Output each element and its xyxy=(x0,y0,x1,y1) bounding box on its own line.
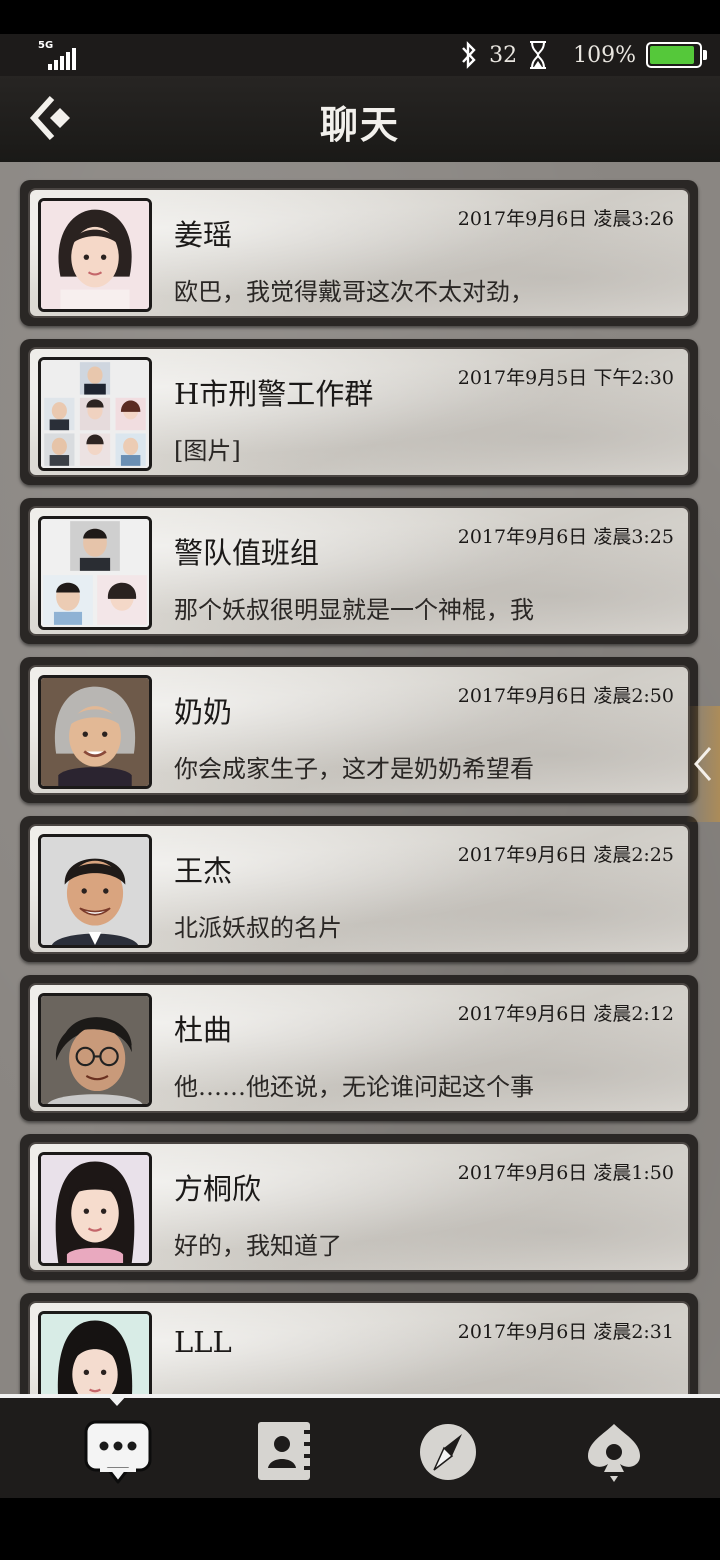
chat-time: 2017年9月6日 凌晨3:26 xyxy=(457,208,674,230)
chat-preview: 你会成家生子，这才是奶奶希望看 xyxy=(174,755,534,783)
chat-name: 姜瑶 xyxy=(174,218,233,252)
chat-name: 王杰 xyxy=(174,854,233,888)
battery-fill xyxy=(650,46,694,64)
chat-name: LLL xyxy=(174,1325,232,1359)
tab-chats[interactable] xyxy=(78,1394,158,1492)
chat-preview: 那个妖叔很明显就是一个神棍，我 xyxy=(174,596,534,624)
chat-item-h-city-police-group[interactable]: H市刑警工作群 2017年9月5日 下午2:30 [图片] xyxy=(20,339,698,485)
chat-list[interactable]: 姜瑶 2017年9月6日 凌晨3:26 欧巴，我觉得戴哥这次不太对劲， H市刑警… xyxy=(0,162,720,1394)
chat-name: 方桐欣 xyxy=(174,1172,262,1206)
compass-icon xyxy=(420,1424,476,1480)
tab-discover[interactable] xyxy=(408,1412,488,1492)
spade-pin-icon xyxy=(588,1424,640,1482)
chat-time: 2017年9月6日 凌晨2:12 xyxy=(457,1003,674,1025)
side-drawer-handle[interactable] xyxy=(686,706,720,822)
status-bar: 5G 32 109% xyxy=(0,34,720,76)
chat-preview: 北派妖叔的名片 xyxy=(174,914,342,942)
chat-item-duqu[interactable]: 杜曲 2017年9月6日 凌晨2:12 他……他还说，无论谁问起这个事 xyxy=(20,975,698,1121)
chat-time: 2017年9月6日 凌晨2:31 xyxy=(457,1321,674,1343)
avatar xyxy=(38,1311,152,1394)
chat-time: 2017年9月6日 凌晨3:25 xyxy=(457,526,674,548)
chat-preview: 欧巴，我觉得戴哥这次不太对劲， xyxy=(174,278,534,306)
chat-preview: 他……他还说，无论谁问起这个事 xyxy=(174,1073,534,1101)
chat-time: 2017年9月6日 凌晨2:50 xyxy=(457,685,674,707)
hourglass-icon xyxy=(530,41,547,69)
chat-item-wangjie[interactable]: 王杰 2017年9月6日 凌晨2:25 北派妖叔的名片 xyxy=(20,816,698,962)
chat-item-lll[interactable]: LLL 2017年9月6日 凌晨2:31 xyxy=(20,1293,698,1394)
tab-me[interactable] xyxy=(574,1412,654,1492)
chat-name: 杜曲 xyxy=(174,1013,233,1047)
chat-name: 警队值班组 xyxy=(174,536,320,570)
notification-count: 32 xyxy=(489,42,518,68)
avatar xyxy=(38,198,152,312)
chat-bubble-icon xyxy=(84,1420,152,1484)
signal-bars-icon xyxy=(48,48,78,70)
page-title: 聊天 xyxy=(319,102,400,147)
chat-name: 奶奶 xyxy=(174,695,233,729)
tab-contacts[interactable] xyxy=(244,1412,324,1492)
chat-preview: [图片] xyxy=(174,437,241,465)
chevron-left-icon xyxy=(694,747,712,781)
chat-time: 2017年9月5日 下午2:30 xyxy=(457,367,674,389)
group-avatar xyxy=(38,516,152,630)
avatar xyxy=(38,1152,152,1266)
contacts-book-icon xyxy=(258,1422,312,1480)
battery-percent: 109% xyxy=(573,42,636,68)
chat-time: 2017年9月6日 凌晨1:50 xyxy=(457,1162,674,1184)
system-nav-strip xyxy=(0,1498,720,1560)
chat-item-jiangyao[interactable]: 姜瑶 2017年9月6日 凌晨3:26 欧巴，我觉得戴哥这次不太对劲， xyxy=(20,180,698,326)
avatar xyxy=(38,834,152,948)
bluetooth-icon xyxy=(462,41,476,69)
chat-time: 2017年9月6日 凌晨2:25 xyxy=(457,844,674,866)
chat-preview: 好的，我知道了 xyxy=(174,1232,342,1260)
chat-item-duty-group[interactable]: 警队值班组 2017年9月6日 凌晨3:25 那个妖叔很明显就是一个神棍，我 xyxy=(20,498,698,644)
group-avatar xyxy=(38,357,152,471)
avatar xyxy=(38,675,152,789)
avatar xyxy=(38,993,152,1107)
battery-icon xyxy=(646,42,707,68)
chat-item-grandma[interactable]: 奶奶 2017年9月6日 凌晨2:50 你会成家生子，这才是奶奶希望看 xyxy=(20,657,698,803)
chat-name: H市刑警工作群 xyxy=(174,377,374,411)
bottom-tab-bar xyxy=(0,1394,720,1502)
nav-bar: 聊天 xyxy=(0,76,720,164)
chat-item-fangtongxin[interactable]: 方桐欣 2017年9月6日 凌晨1:50 好的，我知道了 xyxy=(20,1134,698,1280)
